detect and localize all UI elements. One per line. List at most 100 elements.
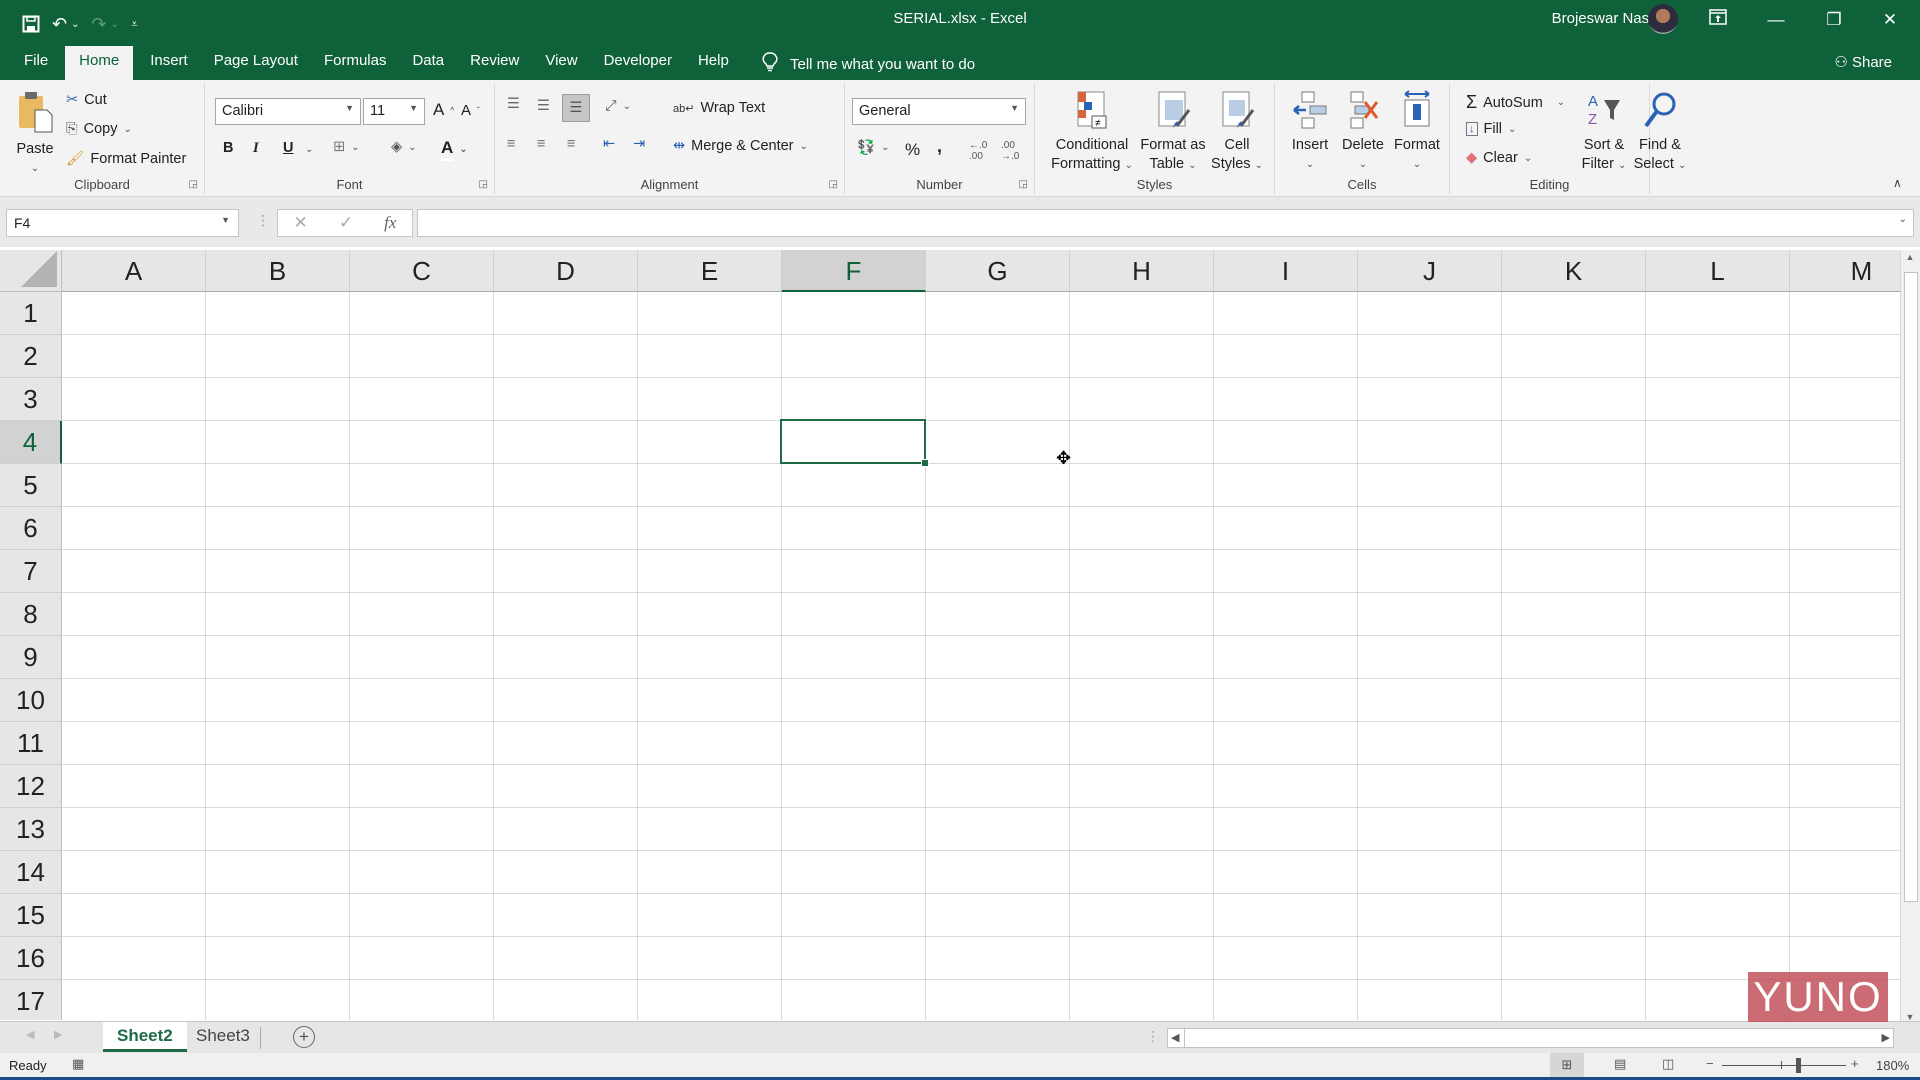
underline-dropdown-icon[interactable]: ⌄ [305,144,313,155]
format-painter-button[interactable]: 🖌 Format Painter [66,150,186,168]
decrease-indent-button[interactable]: ⇤ [603,136,615,152]
selected-cell[interactable] [780,419,929,467]
fill-color-button[interactable]: ◈ ⌄ [391,139,417,155]
tab-help[interactable]: Help [685,46,742,80]
cancel-icon[interactable]: ✕ [294,213,308,233]
paste-button[interactable]: Paste ⌄ [10,90,60,178]
horizontal-scrollbar[interactable]: ◀ ▶ [1167,1028,1894,1048]
row-header-9[interactable]: 9 [0,636,62,679]
font-name-select[interactable]: Calibri ▼ [215,98,361,125]
avatar[interactable] [1648,4,1678,34]
row-header-13[interactable]: 13 [0,808,62,851]
row-header-3[interactable]: 3 [0,378,62,421]
row-header-11[interactable]: 11 [0,722,62,765]
paste-dropdown-icon[interactable]: ⌄ [10,159,60,178]
row-header-5[interactable]: 5 [0,464,62,507]
row-header-16[interactable]: 16 [0,937,62,980]
formula-input[interactable]: ⌄ [417,209,1914,237]
sort-filter-button[interactable]: AZ Sort & Filter ⌄ [1576,90,1632,175]
tab-developer[interactable]: Developer [591,46,685,80]
macro-recording-icon[interactable]: ▦ [72,1056,84,1072]
increase-decimal-button[interactable]: ←.0.00 [969,140,987,162]
bold-button[interactable]: B [223,140,233,156]
format-as-table-button[interactable]: Format as Table ⌄ [1137,90,1209,175]
row-header-15[interactable]: 15 [0,894,62,937]
orientation-button[interactable]: ⤢ ⌄ [605,98,631,114]
tab-insert[interactable]: Insert [137,46,201,80]
column-header-g[interactable]: G [926,250,1070,292]
tab-review[interactable]: Review [457,46,532,80]
cell-styles-button[interactable]: Cell Styles ⌄ [1207,90,1267,175]
vertical-scrollbar[interactable]: ▲ ▼ [1900,250,1920,1026]
row-header-2[interactable]: 2 [0,335,62,378]
percent-style-button[interactable]: % [905,140,920,160]
underline-button[interactable]: U [283,140,293,156]
column-header-m[interactable]: M [1790,250,1900,292]
align-center-button[interactable]: ≡ [537,136,545,152]
font-size-select[interactable]: 11 ▼ [363,98,425,125]
row-header-12[interactable]: 12 [0,765,62,808]
increase-font-size-button[interactable]: A ^ [433,100,454,120]
row-header-10[interactable]: 10 [0,679,62,722]
increase-indent-button[interactable]: ⇥ [633,136,645,152]
format-cells-button[interactable]: Format ⌄ [1389,90,1445,174]
alignment-launcher-icon[interactable]: ◲ [829,179,838,190]
bottom-align-button[interactable]: ☰ [562,94,590,122]
vertical-scroll-thumb[interactable] [1904,272,1918,902]
conditional-formatting-button[interactable]: ≠ Conditional Formatting ⌄ [1047,90,1137,175]
collapse-ribbon-icon[interactable]: ∧ [1893,176,1902,190]
tab-page-layout[interactable]: Page Layout [201,46,311,80]
row-header-6[interactable]: 6 [0,507,62,550]
zoom-in-button[interactable]: + [1851,1056,1859,1071]
formula-bar-splitter[interactable]: ⋮ [256,212,270,229]
next-sheet-icon[interactable]: ▶ [54,1028,62,1041]
row-header-14[interactable]: 14 [0,851,62,894]
zoom-level[interactable]: 180% [1876,1058,1909,1073]
tab-formulas[interactable]: Formulas [311,46,400,80]
merge-center-button[interactable]: ⇹ Merge & Center ⌄ [673,138,808,154]
borders-button[interactable]: ⊞ ⌄ [333,139,360,155]
column-header-j[interactable]: J [1358,250,1502,292]
select-all-button[interactable] [0,250,62,292]
comma-style-button[interactable]: , [937,136,942,157]
insert-function-icon[interactable]: fx [384,213,396,233]
sheet-tab-sheet3[interactable]: Sheet3 [182,1022,264,1052]
middle-align-button[interactable]: ☰ [537,98,550,114]
column-header-l[interactable]: L [1646,250,1790,292]
row-header-17[interactable]: 17 [0,980,62,1020]
column-header-h[interactable]: H [1070,250,1214,292]
zoom-out-button[interactable]: − [1706,1056,1714,1071]
column-header-f[interactable]: F [782,250,926,292]
tab-view[interactable]: View [532,46,590,80]
column-header-k[interactable]: K [1502,250,1646,292]
close-icon[interactable]: ✕ [1870,6,1910,34]
fill-button[interactable]: ↓ Fill ⌄ [1466,121,1516,137]
worksheet-grid[interactable]: A B C D E F G H I J K L M 1 2 3 4 5 6 7 8 9 10 11 12 13 14 15 16 17 [0,250,1900,1020]
page-layout-view-button[interactable]: ▤ [1614,1056,1626,1072]
delete-cells-button[interactable]: Delete ⌄ [1337,90,1389,174]
tab-home[interactable]: Home [65,46,134,80]
decrease-font-size-button[interactable]: Aˇ [461,102,480,119]
zoom-slider-track[interactable] [1722,1065,1846,1066]
row-header-7[interactable]: 7 [0,550,62,593]
minimize-icon[interactable]: — [1756,6,1796,34]
wrap-text-button[interactable]: ab↵ Wrap Text [673,100,765,116]
tab-data[interactable]: Data [399,46,457,80]
top-align-button[interactable]: ☰ [507,96,520,112]
restore-icon[interactable]: ❐ [1814,6,1854,34]
decrease-decimal-button[interactable]: .00 →.0 [1001,140,1019,162]
insert-cells-button[interactable]: Insert ⌄ [1285,90,1335,174]
row-header-1[interactable]: 1 [0,292,62,335]
column-header-a[interactable]: A [62,250,206,292]
align-right-button[interactable]: ≡ [567,136,575,152]
clipboard-launcher-icon[interactable]: ◲ [189,179,198,190]
copy-button[interactable]: ⎘ Copy ⌄ [66,121,132,137]
cut-button[interactable]: ✂ Cut [66,92,107,108]
clear-button[interactable]: ◆ Clear ⌄ [1466,150,1532,166]
row-header-4[interactable]: 4 [0,421,62,464]
column-header-e[interactable]: E [638,250,782,292]
normal-view-button[interactable]: ⊞ [1550,1053,1584,1077]
column-header-b[interactable]: B [206,250,350,292]
name-box[interactable]: F4 ▼ [6,209,239,237]
new-sheet-button[interactable]: + [293,1026,315,1048]
